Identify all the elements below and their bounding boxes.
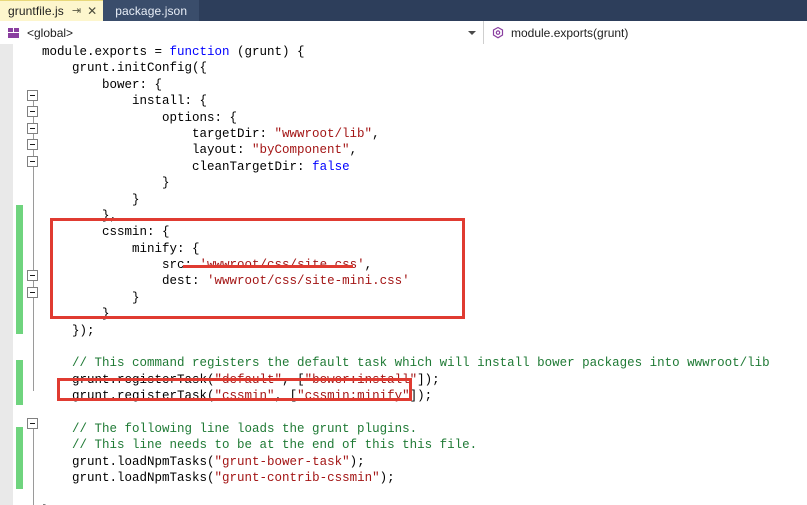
cssmin-block-highlight: [50, 218, 465, 319]
code-editor-window: gruntfile.js ⇥ ✕ package.json <global> m…: [0, 0, 807, 505]
registertask-cssmin-highlight: [57, 378, 412, 401]
src-path-underline: [183, 265, 353, 268]
annotation-overlay: [0, 0, 807, 505]
